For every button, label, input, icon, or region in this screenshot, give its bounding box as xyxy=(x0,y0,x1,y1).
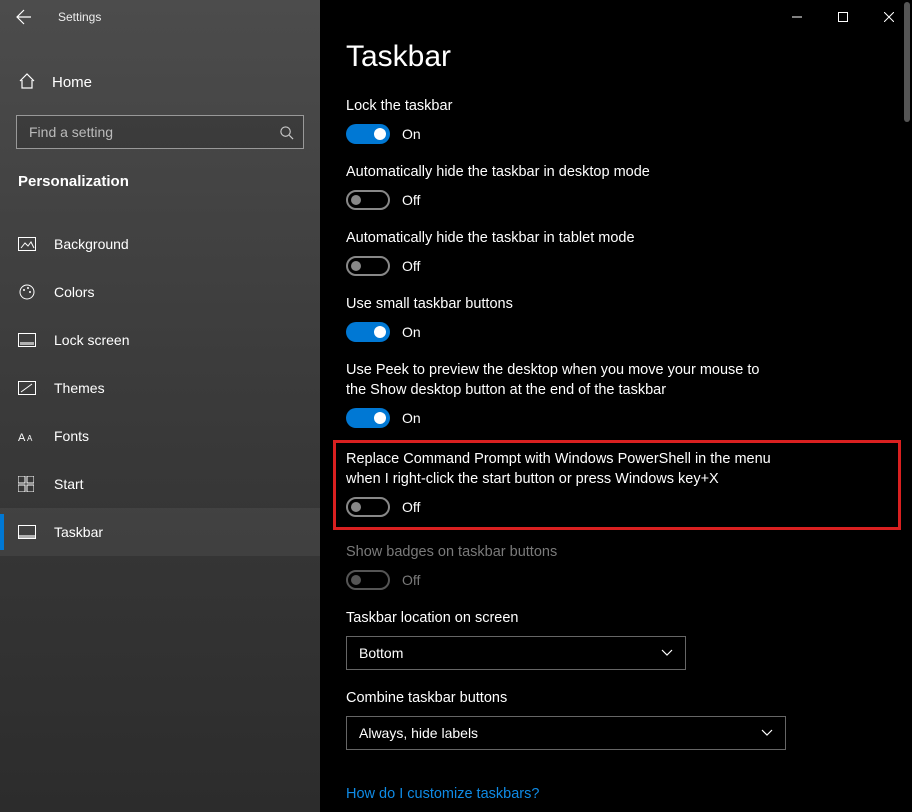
svg-text:A: A xyxy=(18,432,26,443)
toggle-state: On xyxy=(402,324,421,340)
setting-label: Lock the taskbar xyxy=(346,96,776,116)
setting-label: Replace Command Prompt with Windows Powe… xyxy=(346,449,776,489)
setting-label: Use Peek to preview the desktop when you… xyxy=(346,360,776,400)
toggle-powershell[interactable] xyxy=(346,497,390,517)
nav-item-themes[interactable]: Themes xyxy=(0,364,320,412)
minimize-button[interactable] xyxy=(774,0,820,34)
maximize-button[interactable] xyxy=(820,0,866,34)
sidebar: Settings Home Personalization Background… xyxy=(0,0,320,812)
toggle-state: Off xyxy=(402,572,420,588)
toggle-peek[interactable] xyxy=(346,408,390,428)
nav-item-label: Start xyxy=(54,476,84,492)
taskbar-icon xyxy=(18,525,40,539)
setting-lock-taskbar: Lock the taskbar On xyxy=(346,96,888,144)
nav-item-label: Themes xyxy=(54,380,105,396)
lockscreen-icon xyxy=(18,333,40,347)
search-container xyxy=(16,115,304,149)
nav-list: Background Colors Lock screen Themes AA … xyxy=(0,220,320,556)
help-link[interactable]: How do I customize taskbars? xyxy=(346,786,539,802)
arrow-left-icon xyxy=(16,9,32,25)
setting-small-buttons: Use small taskbar buttons On xyxy=(346,294,888,342)
nav-item-lockscreen[interactable]: Lock screen xyxy=(0,316,320,364)
back-button[interactable] xyxy=(0,0,48,34)
dropdown-value: Always, hide labels xyxy=(359,725,478,741)
themes-icon xyxy=(18,381,40,395)
chevron-down-icon xyxy=(761,729,773,737)
home-nav[interactable]: Home xyxy=(0,60,320,105)
minimize-icon xyxy=(792,12,802,22)
home-icon xyxy=(18,72,38,93)
scrollbar[interactable] xyxy=(904,2,910,122)
palette-icon xyxy=(18,283,40,301)
toggle-lock-taskbar[interactable] xyxy=(346,124,390,144)
setting-location: Taskbar location on screen Bottom xyxy=(346,608,888,670)
toggle-state: On xyxy=(402,410,421,426)
maximize-icon xyxy=(838,12,848,22)
search-input[interactable] xyxy=(17,124,269,140)
nav-item-label: Lock screen xyxy=(54,332,129,348)
close-icon xyxy=(884,12,894,22)
nav-item-fonts[interactable]: AA Fonts xyxy=(0,412,320,460)
content: Taskbar Lock the taskbar On Automaticall… xyxy=(320,0,912,812)
chevron-down-icon xyxy=(661,649,673,657)
svg-text:A: A xyxy=(27,434,33,443)
setting-autohide-tablet: Automatically hide the taskbar in tablet… xyxy=(346,228,888,276)
search-box[interactable] xyxy=(16,115,304,149)
dropdown-value: Bottom xyxy=(359,645,403,661)
toggle-state: Off xyxy=(402,499,420,515)
toggle-badges xyxy=(346,570,390,590)
nav-item-background[interactable]: Background xyxy=(0,220,320,268)
titlebar: Settings xyxy=(0,0,320,34)
search-icon xyxy=(269,125,303,140)
toggle-small-buttons[interactable] xyxy=(346,322,390,342)
toggle-autohide-tablet[interactable] xyxy=(346,256,390,276)
highlight-box: Replace Command Prompt with Windows Powe… xyxy=(333,440,901,530)
nav-item-label: Taskbar xyxy=(54,524,103,540)
toggle-autohide-desktop[interactable] xyxy=(346,190,390,210)
main-panel: Taskbar Lock the taskbar On Automaticall… xyxy=(320,0,912,812)
toggle-state: Off xyxy=(402,258,420,274)
page-title: Taskbar xyxy=(346,40,888,74)
nav-item-label: Background xyxy=(54,236,129,252)
toggle-state: On xyxy=(402,126,421,142)
nav-item-label: Fonts xyxy=(54,428,89,444)
setting-autohide-desktop: Automatically hide the taskbar in deskto… xyxy=(346,162,888,210)
setting-label: Automatically hide the taskbar in tablet… xyxy=(346,228,776,248)
setting-powershell: Replace Command Prompt with Windows Powe… xyxy=(346,449,888,517)
section-header: Personalization xyxy=(0,149,320,204)
dropdown-combine[interactable]: Always, hide labels xyxy=(346,716,786,750)
setting-label: Taskbar location on screen xyxy=(346,608,776,628)
setting-combine: Combine taskbar buttons Always, hide lab… xyxy=(346,688,888,750)
picture-icon xyxy=(18,237,40,251)
nav-item-start[interactable]: Start xyxy=(0,460,320,508)
dropdown-location[interactable]: Bottom xyxy=(346,636,686,670)
setting-badges: Show badges on taskbar buttons Off xyxy=(346,542,888,590)
setting-label: Automatically hide the taskbar in deskto… xyxy=(346,162,776,182)
start-icon xyxy=(18,476,40,492)
nav-item-colors[interactable]: Colors xyxy=(0,268,320,316)
home-label: Home xyxy=(52,74,92,91)
window-controls xyxy=(774,0,912,34)
setting-label: Show badges on taskbar buttons xyxy=(346,542,776,562)
window-title: Settings xyxy=(58,10,101,24)
toggle-state: Off xyxy=(402,192,420,208)
setting-label: Combine taskbar buttons xyxy=(346,688,776,708)
fonts-icon: AA xyxy=(18,429,40,443)
setting-peek: Use Peek to preview the desktop when you… xyxy=(346,360,888,428)
nav-item-label: Colors xyxy=(54,284,94,300)
nav-item-taskbar[interactable]: Taskbar xyxy=(0,508,320,556)
setting-label: Use small taskbar buttons xyxy=(346,294,776,314)
